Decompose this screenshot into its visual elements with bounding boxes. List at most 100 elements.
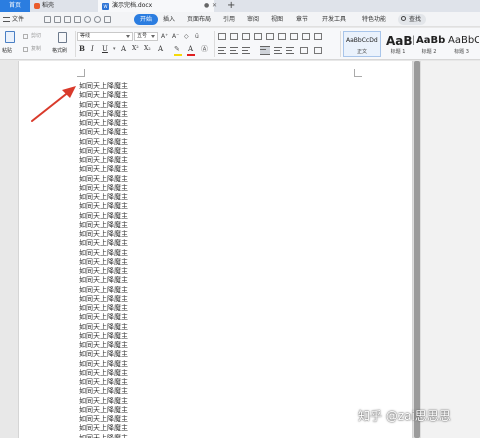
- strikethrough-icon[interactable]: A: [121, 45, 126, 53]
- sort-icon[interactable]: [290, 33, 298, 40]
- document-line[interactable]: 如同天上降魔主: [79, 406, 199, 415]
- document-line[interactable]: 如同天上降魔主: [79, 128, 199, 137]
- document-line[interactable]: 如同天上降魔主: [79, 119, 199, 128]
- superscript-icon[interactable]: X²: [132, 45, 139, 53]
- document-line[interactable]: 如同天上降魔主: [79, 415, 199, 424]
- style-heading-1[interactable]: AaBl 标题 1: [383, 31, 414, 57]
- text-effect-icon[interactable]: A: [158, 45, 163, 53]
- vertical-scrollbar[interactable]: [413, 61, 421, 438]
- shading-icon[interactable]: [300, 47, 308, 54]
- redo-icon[interactable]: [94, 16, 101, 23]
- menu-developer[interactable]: 开发工具: [322, 14, 346, 25]
- document-line[interactable]: 如同天上降魔主: [79, 147, 199, 156]
- save-icon[interactable]: [44, 16, 51, 23]
- menu-chapter[interactable]: 章节: [296, 14, 308, 25]
- document-line[interactable]: 如同天上降魔主: [79, 138, 199, 147]
- document-line[interactable]: 如同天上降魔主: [79, 221, 199, 230]
- document-line[interactable]: 如同天上降魔主: [79, 82, 199, 91]
- document-line[interactable]: 如同天上降魔主: [79, 313, 199, 322]
- decrease-indent-icon[interactable]: [242, 33, 250, 40]
- document-line[interactable]: 如同天上降魔主: [79, 424, 199, 433]
- undo-icon[interactable]: [84, 16, 91, 23]
- menu-view[interactable]: 视图: [271, 14, 283, 25]
- document-line[interactable]: 如同天上降魔主: [79, 202, 199, 211]
- document-line[interactable]: 如同天上降魔主: [79, 184, 199, 193]
- numbered-list-icon[interactable]: [230, 33, 238, 40]
- print-icon[interactable]: [74, 16, 81, 23]
- document-line[interactable]: 如同天上降魔主: [79, 165, 199, 174]
- document-line[interactable]: 如同天上降魔主: [79, 267, 199, 276]
- document-line[interactable]: 如同天上降魔主: [79, 397, 199, 406]
- pinyin-icon[interactable]: ü: [195, 32, 199, 41]
- menu-page-layout[interactable]: 页面布局: [187, 14, 211, 25]
- align-right-icon[interactable]: [242, 47, 250, 54]
- paragraph-border-icon[interactable]: [314, 47, 322, 54]
- line-spacing-icon[interactable]: [286, 47, 294, 54]
- document-line[interactable]: 如同天上降魔主: [79, 369, 199, 378]
- new-tab-button[interactable]: +: [227, 0, 235, 12]
- bold-icon[interactable]: B: [79, 45, 85, 53]
- scrollbar-thumb[interactable]: [414, 61, 420, 438]
- document-line[interactable]: 如同天上降魔主: [79, 276, 199, 285]
- format-painter-button[interactable]: 格式刷: [52, 30, 74, 58]
- document-line[interactable]: 如同天上降魔主: [79, 387, 199, 396]
- print-preview-icon[interactable]: [54, 16, 61, 23]
- bullet-list-icon[interactable]: [218, 33, 226, 40]
- document-line[interactable]: 如同天上降魔主: [79, 156, 199, 165]
- document-line[interactable]: 如同天上降魔主: [79, 286, 199, 295]
- italic-icon[interactable]: I: [91, 45, 94, 53]
- document-line[interactable]: 如同天上降魔主: [79, 230, 199, 239]
- document-line[interactable]: 如同天上降魔主: [79, 258, 199, 267]
- style-heading-3[interactable]: AaBbC 标题 3: [445, 31, 479, 57]
- copy-button[interactable]: 复制: [23, 46, 41, 53]
- tab-home[interactable]: 首页: [0, 0, 30, 12]
- clear-format-icon[interactable]: ◇: [184, 32, 189, 41]
- char-border-icon[interactable]: Ⓐ: [201, 45, 208, 53]
- document-line[interactable]: 如同天上降魔主: [79, 323, 199, 332]
- menu-start[interactable]: 开始: [134, 14, 159, 25]
- style-heading-2[interactable]: AaBb( 标题 2: [413, 31, 446, 57]
- borders-icon[interactable]: [314, 33, 322, 40]
- document-line[interactable]: 如同天上降魔主: [79, 239, 199, 248]
- style-normal[interactable]: AaBbCcDd 正文: [343, 31, 381, 57]
- justify-icon[interactable]: [260, 46, 270, 55]
- document-line[interactable]: 如同天上降魔主: [79, 434, 199, 438]
- underline-icon[interactable]: U: [102, 45, 108, 53]
- document-line[interactable]: 如同天上降魔主: [79, 295, 199, 304]
- document-line[interactable]: 如同天上降魔主: [79, 193, 199, 202]
- font-family-select[interactable]: 等线: [77, 32, 133, 41]
- file-menu[interactable]: 文件: [3, 14, 24, 25]
- close-tab-icon[interactable]: ✕: [212, 0, 217, 12]
- show-marks-icon[interactable]: [278, 33, 286, 40]
- highlight-icon[interactable]: ✎: [174, 45, 180, 53]
- increase-indent-icon[interactable]: [254, 33, 262, 40]
- document-line[interactable]: 如同天上降魔主: [79, 378, 199, 387]
- menu-insert[interactable]: 插入: [163, 14, 175, 25]
- document-page[interactable]: 如同天上降魔主 如同天上降魔主 如同天上降魔主 如同天上降魔主 如同天上降魔主 如同天上降…: [18, 61, 413, 438]
- subscript-icon[interactable]: X₂: [144, 45, 151, 53]
- font-size-select[interactable]: 五号: [134, 32, 158, 41]
- document-body[interactable]: 如同天上降魔主 如同天上降魔主 如同天上降魔主 如同天上降魔主 如同天上降魔主 如同天上降…: [79, 82, 199, 438]
- paste-button[interactable]: 粘贴: [2, 30, 18, 58]
- document-line[interactable]: 如同天上降魔主: [79, 304, 199, 313]
- document-line[interactable]: 如同天上降魔主: [79, 175, 199, 184]
- document-line[interactable]: 如同天上降魔主: [79, 360, 199, 369]
- document-line[interactable]: 如同天上降魔主: [79, 249, 199, 258]
- chinese-layout-icon[interactable]: [266, 33, 274, 40]
- cut-button[interactable]: 剪切: [23, 33, 41, 40]
- document-line[interactable]: 如同天上降魔主: [79, 212, 199, 221]
- align-left-icon[interactable]: [218, 47, 226, 54]
- export-pdf-icon[interactable]: [64, 16, 71, 23]
- menu-review[interactable]: 审阅: [247, 14, 259, 25]
- document-line[interactable]: 如同天上降魔主: [79, 332, 199, 341]
- menu-reference[interactable]: 引用: [223, 14, 235, 25]
- search-button[interactable]: 查找: [398, 14, 427, 25]
- document-line[interactable]: 如同天上降魔主: [79, 350, 199, 359]
- distributed-icon[interactable]: [274, 47, 282, 54]
- document-line[interactable]: 如同天上降魔主: [79, 110, 199, 119]
- document-line[interactable]: 如同天上降魔主: [79, 341, 199, 350]
- tab-document[interactable]: W 演示完档.docx: [98, 0, 214, 12]
- customize-toolbar-icon[interactable]: [104, 16, 111, 23]
- table-icon[interactable]: [302, 33, 310, 40]
- tab-daoke[interactable]: 稻壳: [30, 0, 88, 12]
